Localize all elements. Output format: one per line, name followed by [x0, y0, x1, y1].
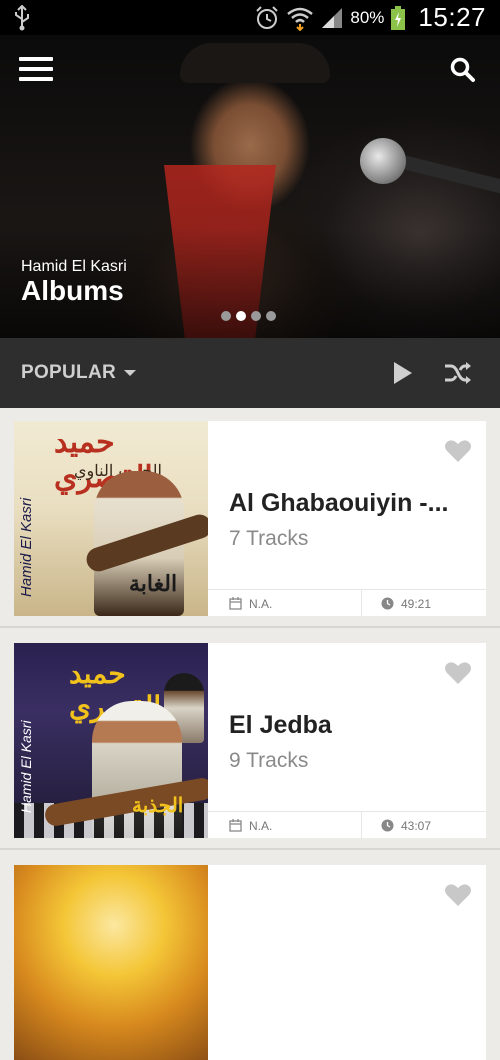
album-duration: 43:07	[401, 818, 432, 833]
clock-icon	[381, 597, 394, 610]
album-title: El Jedba	[229, 711, 332, 739]
album-duration: 49:21	[401, 596, 432, 611]
album-card[interactable]: حميد القصري الحرب الناوي الغابة Hamid El…	[14, 421, 486, 617]
divider	[0, 626, 500, 628]
album-cover	[14, 865, 208, 1060]
status-clock: 15:27	[418, 2, 486, 32]
caret-down-icon	[124, 370, 136, 376]
signal-icon	[322, 7, 343, 28]
sort-label: POPULAR	[21, 362, 116, 383]
sort-dropdown[interactable]: POPULAR	[21, 362, 136, 384]
hero-artist-name: Hamid El Kasri	[21, 258, 127, 275]
album-track-count: 9 Tracks	[229, 749, 309, 772]
battery-icon	[391, 5, 406, 30]
divider	[0, 848, 500, 850]
album-meta: N.A. 49:21	[208, 589, 486, 617]
usb-icon	[15, 5, 29, 31]
alarm-icon	[256, 5, 279, 29]
album-cover: حميد القصري الحرب الناوي الغابة Hamid El…	[14, 421, 208, 616]
page-title: Albums	[21, 275, 124, 306]
carousel-dot[interactable]	[251, 311, 261, 321]
calendar-icon	[229, 819, 242, 832]
heart-icon[interactable]	[444, 883, 472, 907]
filter-bar: POPULAR	[0, 338, 500, 408]
carousel-dot[interactable]	[221, 311, 231, 321]
clock-icon	[381, 819, 394, 832]
cover-artist-name: Hamid El Kasri	[18, 497, 35, 597]
album-date: N.A.	[249, 596, 273, 611]
album-date: N.A.	[249, 818, 273, 833]
hamburger-icon	[19, 57, 53, 61]
hero-banner[interactable]: Hamid El Kasri Albums	[0, 35, 500, 338]
carousel-indicator[interactable]	[221, 311, 276, 321]
cover-bottom-arabic: الغابة	[129, 571, 178, 597]
album-meta: N.A. 43:07	[208, 811, 486, 839]
cover-bottom-arabic: الجذبة	[132, 793, 184, 817]
microphone-image	[360, 138, 406, 184]
album-card[interactable]	[14, 865, 486, 1060]
heart-icon[interactable]	[444, 439, 472, 463]
menu-button[interactable]	[19, 57, 53, 83]
album-cover: حميد القصري الجذبة Hamid El Kasri	[14, 643, 208, 838]
search-icon[interactable]	[450, 57, 476, 83]
shuffle-icon[interactable]	[443, 360, 473, 386]
battery-percent: 80%	[350, 7, 385, 27]
calendar-icon	[229, 597, 242, 610]
carousel-dot-active[interactable]	[236, 311, 246, 321]
album-info	[208, 865, 486, 1033]
album-info: El Jedba 9 Tracks	[208, 643, 486, 811]
status-bar: 80% 15:27	[0, 0, 500, 35]
album-title: Al Ghabaouiyin -...	[229, 489, 449, 517]
wifi-icon	[287, 7, 314, 31]
carousel-dot[interactable]	[266, 311, 276, 321]
album-card[interactable]: حميد القصري الجذبة Hamid El Kasri El Jed…	[14, 643, 486, 839]
heart-icon[interactable]	[444, 661, 472, 685]
play-all-icon[interactable]	[393, 361, 413, 385]
cover-artist-name: Hamid El Kasri	[18, 720, 34, 813]
album-track-count: 7 Tracks	[229, 527, 309, 550]
album-info: Al Ghabaouiyin -... 7 Tracks	[208, 421, 486, 589]
